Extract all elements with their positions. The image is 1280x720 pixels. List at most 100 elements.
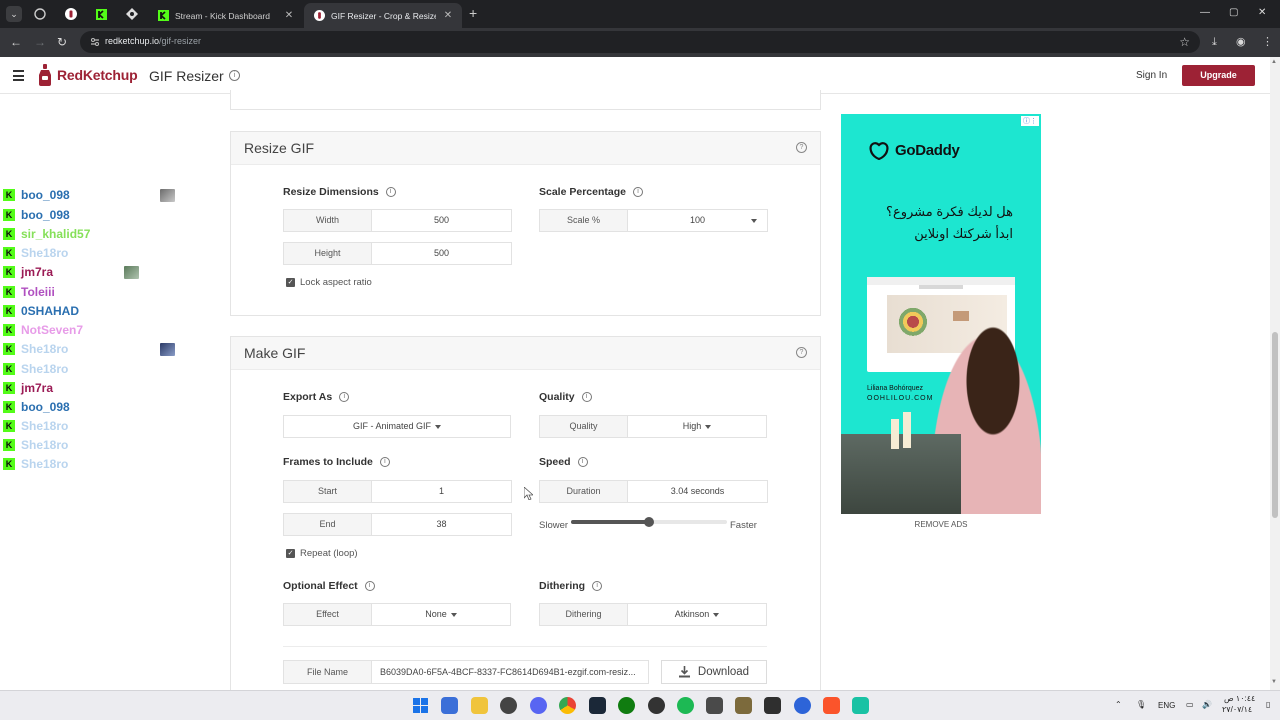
back-arrow-icon[interactable]: ← (10, 35, 22, 49)
info-icon[interactable]: i (364, 581, 375, 591)
info-icon[interactable]: i (385, 187, 396, 197)
forward-arrow-icon[interactable]: → (34, 35, 46, 49)
menu-dots-icon[interactable]: ⋮ (1262, 35, 1273, 49)
clock-time[interactable]: ١٠:٤٤ ص (1224, 694, 1255, 703)
dithering-value[interactable]: Atkinson (628, 604, 766, 625)
scroll-down-icon[interactable]: ▼ (1271, 679, 1277, 685)
width-field[interactable]: Width 500 (283, 209, 512, 232)
clock-date[interactable]: ٢٧/٠٧/١٤ (1222, 705, 1252, 714)
pinned-tab-1[interactable] (31, 5, 49, 23)
page-scrollbar[interactable]: ▲ ▼ (1270, 57, 1280, 690)
checkbox-checked-icon[interactable]: ✓ (286, 549, 295, 558)
scroll-thumb[interactable] (1272, 332, 1278, 518)
tab-gif-resizer[interactable]: GIF Resizer - Crop & Resize Animated ✕ (304, 3, 462, 28)
scale-value[interactable]: 100 (628, 210, 767, 231)
select-value: Atkinson (674, 609, 710, 619)
scale-value-text: 100 (689, 215, 706, 225)
kick-badge-icon: K (3, 419, 15, 432)
duration-input[interactable]: 3.04 seconds (628, 481, 767, 502)
chrome-icon[interactable] (559, 697, 576, 714)
settings-icon[interactable] (500, 697, 517, 714)
windows-start-icon[interactable] (412, 697, 429, 714)
remove-ads-link[interactable]: REMOVE ADS (841, 520, 1041, 529)
height-input[interactable]: 500 (372, 243, 511, 264)
info-icon[interactable]: i (577, 457, 588, 467)
info-icon[interactable]: i (632, 187, 643, 197)
pinned-tab-3[interactable] (92, 5, 110, 23)
width-input[interactable]: 500 (372, 210, 511, 231)
sign-in-link[interactable]: Sign In (1136, 70, 1167, 81)
file-explorer-icon[interactable] (471, 697, 488, 714)
upgrade-button[interactable]: Upgrade (1182, 65, 1255, 86)
bookmark-star-icon[interactable]: ☆ (1179, 35, 1190, 49)
reload-icon[interactable]: ↻ (57, 35, 67, 49)
help-icon[interactable]: ? (796, 142, 807, 153)
download-button[interactable]: Download (661, 660, 767, 684)
lock-aspect-ratio-checkbox[interactable]: ✓ Lock aspect ratio (286, 277, 372, 288)
steam-icon[interactable] (589, 697, 606, 714)
address-bar[interactable]: redketchup.io/gif-resizer ☆ (80, 31, 1200, 53)
info-icon[interactable]: i (581, 392, 592, 402)
dithering-select[interactable]: Dithering Atkinson (539, 603, 767, 626)
ad-choices-icon[interactable]: ⓘ⋮ (1021, 116, 1039, 126)
info-icon[interactable]: i (592, 581, 603, 591)
hamburger-menu-icon[interactable] (13, 70, 24, 84)
advertisement[interactable]: ⓘ⋮ GoDaddy هل لديك فكرة مشروع؟ ابدأ شركت… (841, 114, 1041, 514)
app-icon[interactable] (648, 697, 665, 714)
checkbox-checked-icon[interactable]: ✓ (286, 278, 295, 287)
tray-chevron-icon[interactable]: ⌃ (1115, 700, 1122, 709)
start-frame-field[interactable]: Start 1 (283, 480, 512, 503)
app-icon[interactable] (764, 697, 781, 714)
app-icon[interactable] (852, 697, 869, 714)
maximize-icon[interactable]: ▢ (1229, 7, 1238, 19)
height-field[interactable]: Height 500 (283, 242, 512, 265)
site-settings-icon[interactable] (89, 36, 101, 48)
info-icon[interactable]: i (379, 457, 390, 467)
tab-search-button[interactable]: ⌄ (6, 6, 22, 22)
start-frame-input[interactable]: 1 (372, 481, 511, 502)
info-icon[interactable]: i (339, 392, 350, 402)
tab-close-icon[interactable]: ✕ (442, 10, 454, 21)
discord-icon[interactable] (530, 697, 547, 714)
pinned-tab-2[interactable] (62, 5, 80, 23)
scroll-up-icon[interactable]: ▲ (1271, 59, 1277, 65)
download-icon[interactable]: ⤓ (1212, 35, 1217, 49)
microphone-icon[interactable]: 🎙 (1136, 700, 1146, 709)
new-tab-button[interactable]: + (469, 5, 477, 21)
tab-close-icon[interactable]: ✕ (283, 10, 295, 21)
notification-icon[interactable]: ▯ (1266, 700, 1270, 709)
tab-kick-dashboard[interactable]: Stream - Kick Dashboard ✕ (148, 3, 303, 28)
file-name-input[interactable]: B6039DA0-6F5A-4BCF-8337-FC8614D694B1-ezg… (372, 661, 648, 683)
minimize-icon[interactable]: — (1200, 7, 1210, 19)
pinned-tab-4[interactable] (123, 5, 141, 23)
close-window-icon[interactable]: ✕ (1258, 7, 1266, 19)
repeat-loop-checkbox[interactable]: ✓ Repeat (loop) (286, 548, 358, 559)
network-icon[interactable]: ▭ (1186, 700, 1194, 709)
file-name-field[interactable]: File Name B6039DA0-6F5A-4BCF-8337-FC8614D… (283, 660, 649, 684)
language-indicator[interactable]: ENG (1158, 701, 1175, 710)
scale-percent-select[interactable]: Scale % 100 (539, 209, 768, 232)
spotify-icon[interactable] (677, 697, 694, 714)
speed-slider[interactable] (571, 517, 727, 527)
logo[interactable]: RedKetchup (38, 64, 138, 86)
end-frame-field[interactable]: End 38 (283, 513, 512, 536)
app-icon[interactable] (706, 697, 723, 714)
url-text[interactable]: redketchup.io/gif-resizer (105, 36, 201, 46)
help-icon[interactable]: ? (796, 347, 807, 358)
effect-value[interactable]: None (372, 604, 510, 625)
volume-icon[interactable]: 🔊 (1202, 700, 1212, 709)
store-icon[interactable] (441, 697, 458, 714)
xbox-icon[interactable] (618, 697, 635, 714)
quality-value[interactable]: High (628, 416, 766, 437)
info-icon[interactable]: i (229, 70, 240, 81)
app-icon[interactable] (735, 697, 752, 714)
effect-select[interactable]: Effect None (283, 603, 511, 626)
end-frame-input[interactable]: 38 (372, 514, 511, 535)
slider-thumb[interactable] (644, 517, 654, 527)
profile-icon[interactable]: ◉ (1236, 35, 1246, 49)
app-icon[interactable] (794, 697, 811, 714)
duration-field[interactable]: Duration 3.04 seconds (539, 480, 768, 503)
export-format-select[interactable]: GIF - Animated GIF (283, 415, 511, 438)
quality-select[interactable]: Quality High (539, 415, 767, 438)
brave-icon[interactable] (823, 697, 840, 714)
